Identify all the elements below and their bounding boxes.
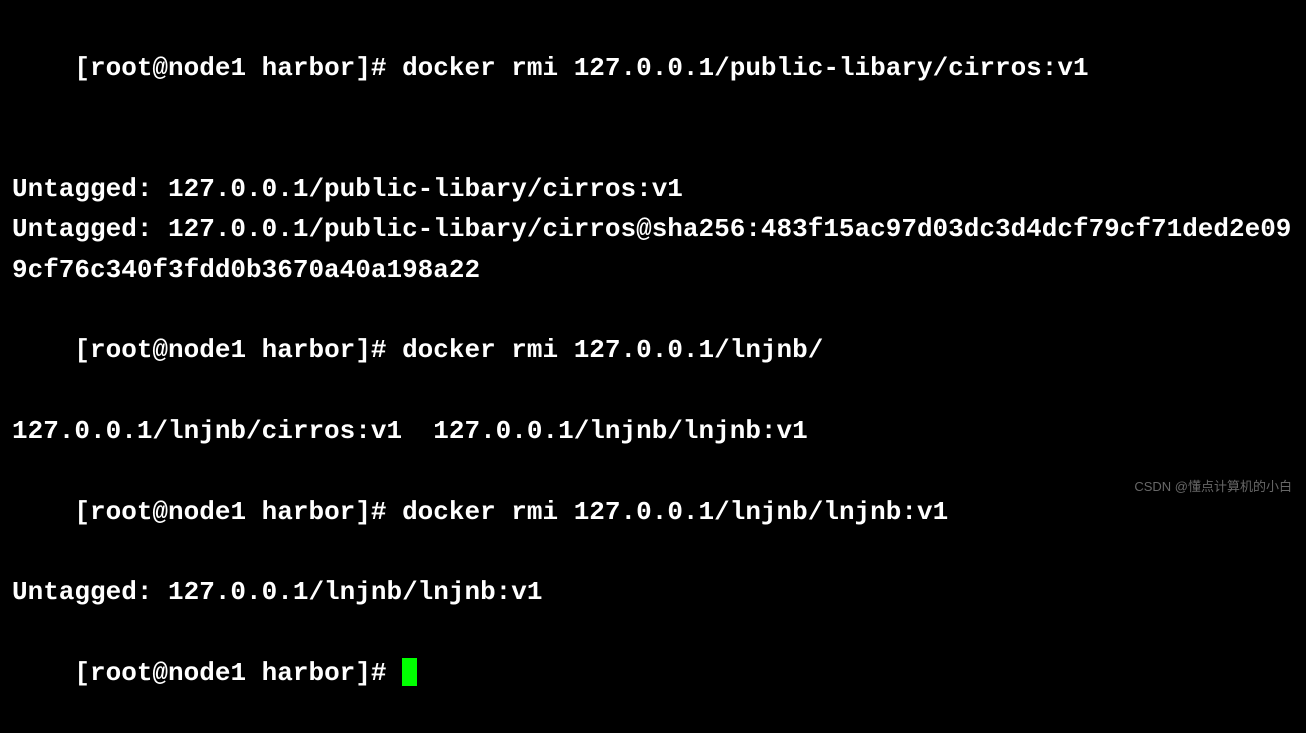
- output-line: Untagged: 127.0.0.1/public-libary/cirros…: [12, 169, 1294, 209]
- output-line: Untagged: 127.0.0.1/lnjnb/lnjnb:v1: [12, 572, 1294, 612]
- shell-prompt: [root@node1 harbor]#: [74, 53, 402, 83]
- cursor-icon: [402, 658, 417, 686]
- command-line: [root@node1 harbor]# docker rmi 127.0.0.…: [12, 451, 1294, 572]
- blank-line: [12, 129, 1294, 169]
- output-line: 127.0.0.1/lnjnb/cirros:v1 127.0.0.1/lnjn…: [12, 411, 1294, 451]
- command-text: docker rmi 127.0.0.1/lnjnb/: [402, 335, 823, 365]
- shell-prompt: [root@node1 harbor]#: [74, 335, 402, 365]
- output-line: Untagged: 127.0.0.1/public-libary/cirros…: [12, 209, 1294, 290]
- command-line: [root@node1 harbor]# docker rmi 127.0.0.…: [12, 290, 1294, 411]
- watermark-text: CSDN @懂点计算机的小白: [1134, 477, 1292, 497]
- command-text: docker rmi 127.0.0.1/lnjnb/lnjnb:v1: [402, 497, 948, 527]
- command-line: [root@node1 harbor]#: [12, 612, 1294, 733]
- terminal-output[interactable]: [root@node1 harbor]# docker rmi 127.0.0.…: [12, 8, 1294, 733]
- shell-prompt: [root@node1 harbor]#: [74, 497, 402, 527]
- command-text: docker rmi 127.0.0.1/public-libary/cirro…: [402, 53, 1089, 83]
- shell-prompt: [root@node1 harbor]#: [74, 658, 402, 688]
- command-line: [root@node1 harbor]# docker rmi 127.0.0.…: [12, 8, 1294, 129]
